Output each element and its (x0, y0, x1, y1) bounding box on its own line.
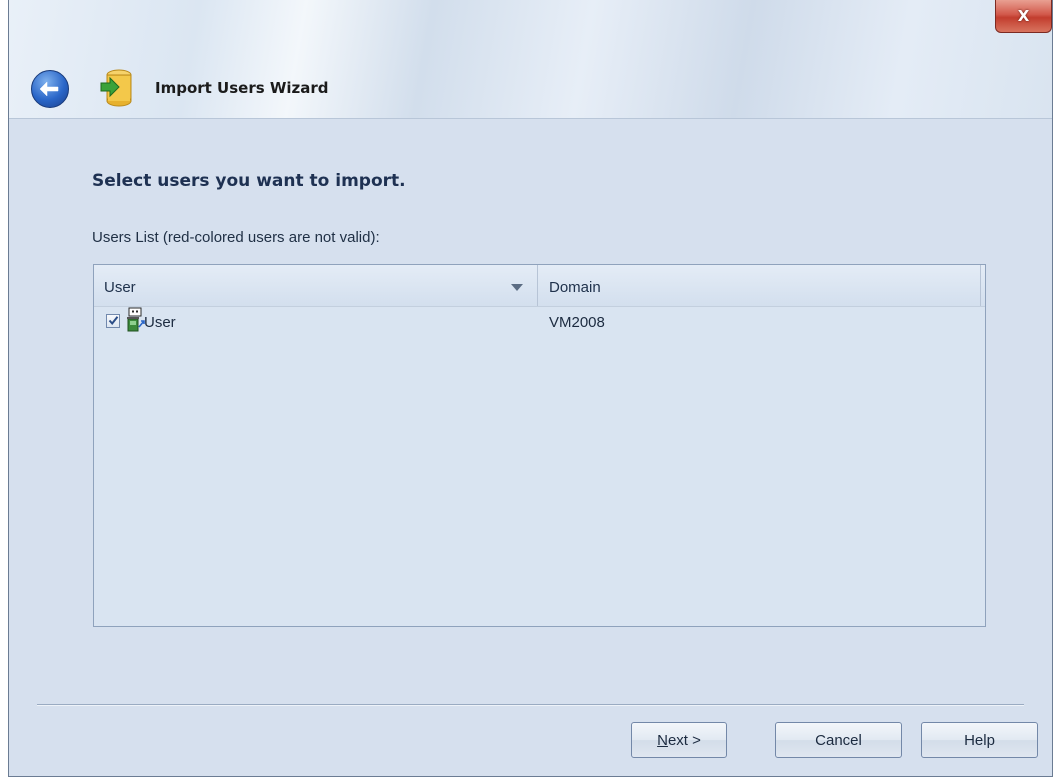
sort-down-icon[interactable] (511, 284, 523, 291)
checkmark-icon (108, 316, 119, 326)
column-header-domain[interactable]: Domain (538, 265, 981, 306)
users-list[interactable]: User Domain User VM2008 (93, 264, 986, 627)
domain-cell: VM2008 (549, 314, 605, 331)
help-button[interactable]: Help (921, 722, 1038, 758)
back-button[interactable] (31, 70, 69, 108)
close-button[interactable]: X (995, 0, 1052, 33)
wizard-window: X Import Users Wizard Select users you w… (8, 0, 1053, 777)
column-header-domain-label: Domain (549, 279, 601, 296)
user-account-icon (126, 307, 146, 338)
next-button-mnemonic: N (657, 731, 668, 749)
list-header: User Domain (94, 265, 985, 307)
column-header-user-label: User (104, 279, 136, 296)
next-button-label: ext > (667, 731, 701, 749)
import-database-icon (99, 68, 135, 108)
title-bar: X Import Users Wizard (9, 0, 1052, 119)
cancel-button[interactable]: Cancel (775, 722, 902, 758)
help-button-label: Help (964, 731, 995, 749)
page-heading: Select users you want to import. (92, 171, 406, 191)
column-header-user[interactable]: User (94, 265, 538, 306)
user-checkbox[interactable] (106, 314, 120, 328)
wizard-page: Select users you want to import. Users L… (9, 119, 1052, 776)
cancel-button-label: Cancel (815, 731, 862, 749)
table-row[interactable]: User VM2008 (94, 307, 985, 335)
window-title: Import Users Wizard (155, 79, 329, 97)
footer-divider (37, 704, 1024, 706)
users-list-caption: Users List (red-colored users are not va… (92, 229, 380, 246)
next-button[interactable]: Next > (631, 722, 727, 758)
user-cell: User (144, 314, 176, 331)
